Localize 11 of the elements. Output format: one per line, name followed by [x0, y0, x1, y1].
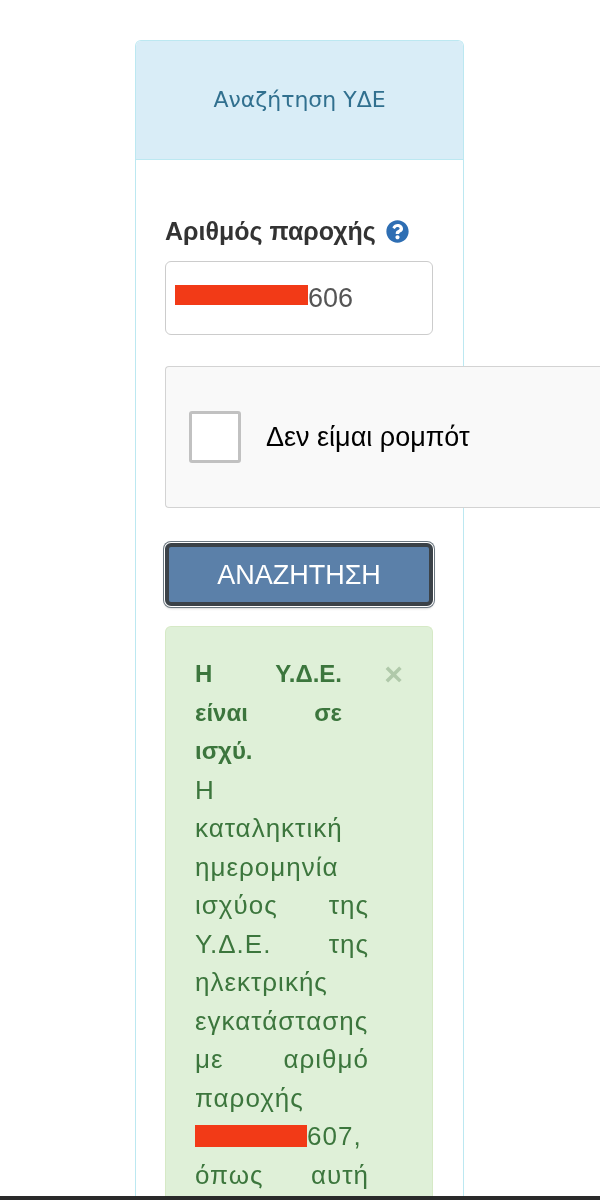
field-label: Αριθμός παροχής [165, 216, 376, 246]
alert-message: όπως αυτή [195, 1159, 369, 1190]
captcha-label: Δεν είμαι ρομπότ [266, 421, 470, 453]
search-button[interactable]: ΑΝΑΖΗΤΗΣΗ [165, 543, 433, 606]
alert-message: Η καταληκτική ημερομηνία ισχύος της Υ.Δ.Ε. της ηλεκτρικής εγκατάστασης με αριθμό παροχής [195, 774, 369, 1113]
help-icon[interactable] [385, 219, 409, 243]
alert-message: 607, [307, 1121, 362, 1151]
alert-heading: Η Υ.Δ.Ε. είναι σε ισχύ. [195, 659, 342, 766]
captcha-checkbox[interactable] [189, 411, 241, 463]
account-number-field[interactable]: 606 [165, 261, 433, 335]
panel-title: Αναζήτηση ΥΔΕ [213, 86, 386, 114]
